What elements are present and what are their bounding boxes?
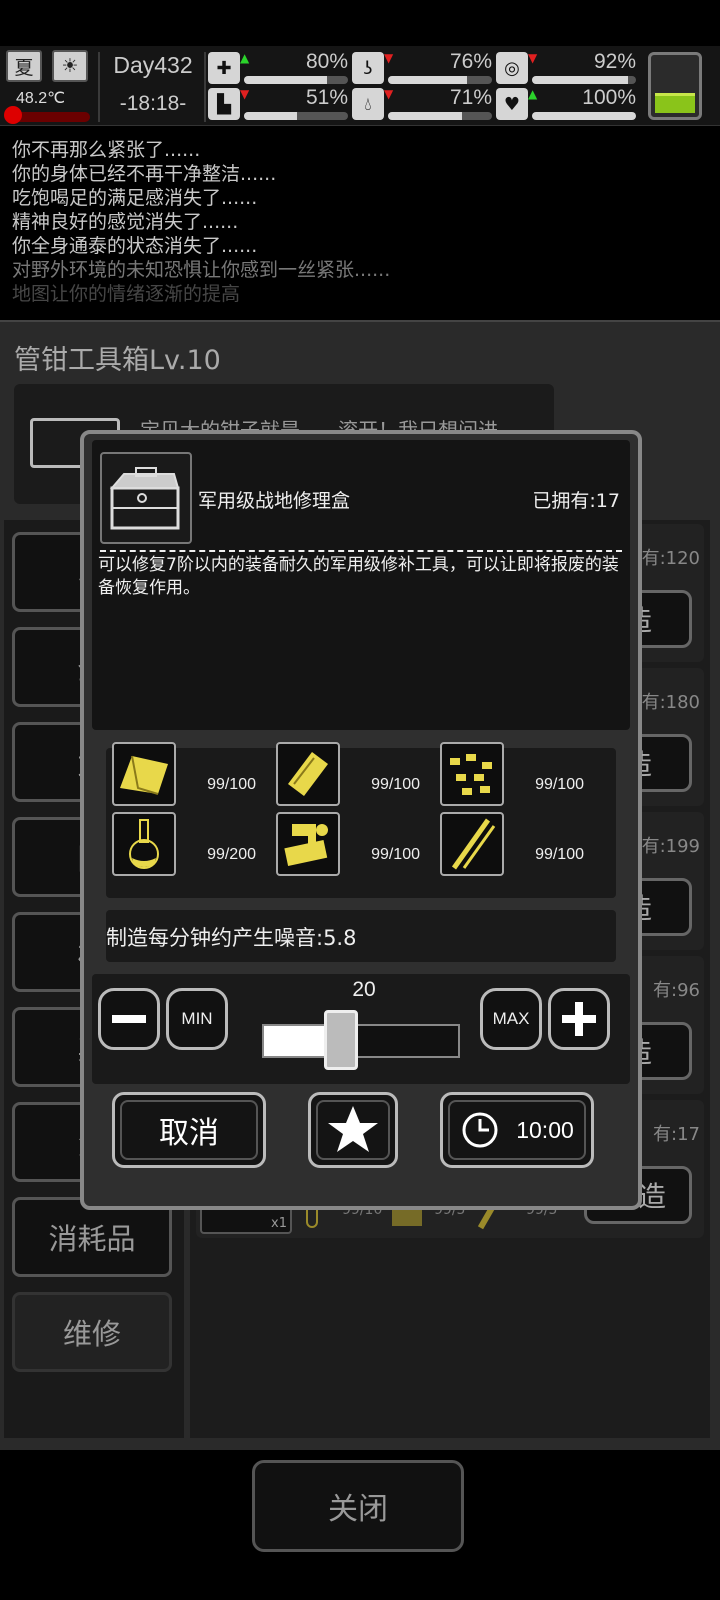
screws-icon [440, 742, 504, 806]
repair-box-icon [100, 452, 192, 544]
battery-indicator[interactable] [648, 52, 702, 120]
game-clock: -18:18- [119, 92, 187, 115]
material-count: 99/100 [371, 776, 420, 793]
trend-down-icon: ▼ [384, 87, 394, 101]
stat-bar [244, 76, 348, 84]
noise-info: 制造每分钟约产生噪音:5.8 [106, 926, 357, 950]
craft-time: 10:00 [516, 1116, 574, 1143]
workbench-title: 管钳工具箱Lv.10 [14, 345, 221, 376]
recipe-owned: 有:199 [641, 836, 700, 857]
stat-value: 80% [305, 50, 348, 73]
season-badge: 夏 [6, 50, 42, 82]
material-count: 99/200 [207, 846, 256, 863]
cancel-label: 取消 [159, 1116, 219, 1151]
day-counter: Day432 [113, 52, 193, 78]
parts-icon [276, 812, 340, 876]
log-line: 你的身体已经不再干净整洁...... [12, 163, 277, 185]
materials-panel [106, 748, 616, 898]
recipe-owned: 有:120 [641, 548, 700, 569]
material-count: 99/100 [207, 776, 256, 793]
stat-value: 76% [449, 50, 492, 73]
boot-icon: ▙ [208, 88, 240, 120]
star-icon [328, 1106, 378, 1152]
cloth-icon [112, 742, 176, 806]
brain-icon: ◎ [496, 52, 528, 84]
slider-fill [264, 1026, 332, 1056]
water-drop-icon: 💧︎ [352, 88, 384, 120]
increase-button[interactable] [548, 988, 610, 1050]
material-count: 99/100 [371, 846, 420, 863]
slider-handle[interactable] [324, 1010, 358, 1070]
stat-bar [388, 76, 492, 84]
trend-down-icon: ▼ [528, 51, 538, 65]
stat-health: ✚ ▲ 80% [208, 50, 348, 86]
stat-value: 51% [305, 86, 348, 109]
recipe-owned: 有:180 [641, 692, 700, 713]
sun-icon: ☀ [52, 50, 88, 82]
season-label: 夏 [14, 56, 34, 79]
trend-up-icon: ▲ [240, 51, 250, 65]
stat-bar [388, 112, 492, 120]
decrease-button[interactable] [98, 988, 160, 1050]
heart-icon: ♥ [496, 88, 528, 120]
minus-icon [112, 1015, 146, 1023]
log-line: 精神良好的感觉消失了...... [12, 211, 239, 233]
stat-bar [532, 76, 636, 84]
wire-icon [440, 812, 504, 876]
medkit-icon: ✚ [208, 52, 240, 84]
trend-down-icon: ▼ [240, 87, 250, 101]
log-line: 地图让你的情绪逐渐的提高 [12, 283, 241, 305]
item-description: 可以修复7阶以内的装备耐久的军用级修补工具，可以让即将报废的装备恢复作用。 [98, 555, 619, 598]
item-owned-count: 已拥有:17 [532, 490, 620, 512]
battery-level [655, 92, 695, 113]
material-count: 99/100 [535, 846, 584, 863]
craft-start-button[interactable]: 10:00 [440, 1092, 594, 1168]
stomach-icon: ʖ [352, 52, 384, 84]
favorite-button[interactable] [308, 1092, 398, 1168]
stat-mind: ◎ ▼ 92% [496, 50, 636, 86]
trend-up-icon: ▲ [528, 87, 538, 101]
item-name: 军用级战地修理盒 [198, 490, 351, 512]
flask-icon [112, 812, 176, 876]
clock-icon [462, 1112, 498, 1148]
stat-value: 71% [449, 86, 492, 109]
quantity-value: 20 [352, 978, 376, 1001]
log-line: 你全身通泰的状态消失了...... [12, 235, 258, 257]
cancel-button[interactable]: 取消 [112, 1092, 266, 1168]
divider [98, 52, 100, 122]
stat-mood: ♥ ▲ 100% [496, 86, 636, 122]
log-line: 你不再那么紧张了...... [12, 139, 201, 161]
stat-bar [244, 112, 348, 120]
trend-down-icon: ▼ [384, 51, 394, 65]
min-button[interactable]: MIN [166, 988, 228, 1050]
divider [100, 550, 622, 552]
material-count: 99/100 [535, 776, 584, 793]
stat-value: 100% [582, 86, 636, 109]
category-tab-repair[interactable]: 维修 [12, 1292, 172, 1372]
plus-icon [562, 1002, 596, 1036]
stat-bar [532, 112, 636, 120]
material-count: x1 [271, 1216, 287, 1231]
recipe-owned: 有:96 [653, 980, 700, 1001]
stat-hunger: ʖ ▼ 76% [352, 50, 492, 86]
max-button[interactable]: MAX [480, 988, 542, 1050]
stat-value: 92% [593, 50, 636, 73]
log-line: 对野外环境的未知恐惧让你感到一丝紧张...... [12, 259, 391, 281]
thermometer-icon [4, 106, 22, 124]
divider [204, 52, 206, 122]
temperature-value: 48.2℃ [16, 90, 66, 107]
metal-plate-icon [276, 742, 340, 806]
close-button[interactable]: 关闭 [252, 1460, 464, 1552]
stat-stamina: ▙ ▼ 51% [208, 86, 348, 122]
recipe-owned: 有:17 [653, 1124, 700, 1145]
log-line: 吃饱喝足的满足感消失了...... [12, 187, 258, 209]
stat-thirst: 💧︎ ▼ 71% [352, 86, 492, 122]
message-log[interactable]: 你不再那么紧张了...... 你的身体已经不再干净整洁...... 吃饱喝足的满… [0, 128, 720, 318]
